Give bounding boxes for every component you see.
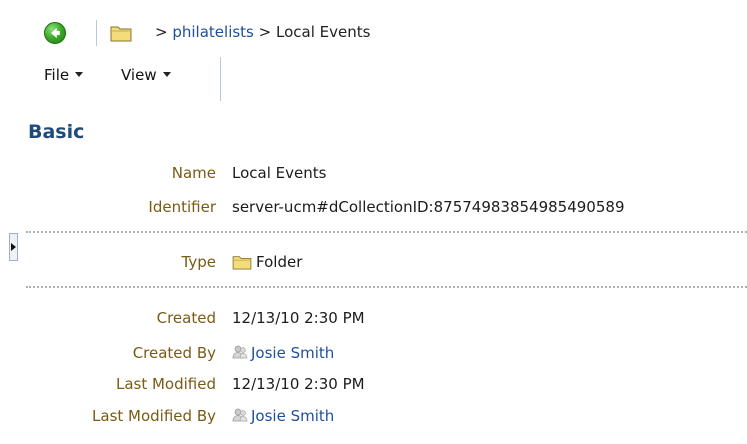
created-label: Created	[156, 309, 216, 327]
last-modified-value: 12/13/10 2:30 PM	[232, 375, 365, 393]
created-by-link[interactable]: Josie Smith	[251, 344, 334, 362]
type-text: Folder	[256, 253, 303, 271]
folder-icon	[232, 255, 252, 270]
last-modified-by-label: Last Modified By	[92, 407, 216, 425]
property-row-last-modified-by: Last Modified By Josie Smith	[0, 404, 747, 428]
document-properties-page: > philatelists > Local Events File View …	[0, 0, 747, 444]
property-row-created: Created 12/13/10 2:30 PM	[0, 306, 747, 330]
property-row-identifier: Identifier server-ucm#dCollectionID:8757…	[0, 195, 747, 219]
file-menu[interactable]: File	[44, 64, 84, 86]
folder-icon[interactable]	[110, 24, 132, 42]
identifier-label: Identifier	[148, 198, 216, 216]
back-button[interactable]	[44, 22, 66, 44]
view-menu-label: View	[121, 66, 157, 84]
file-menu-label: File	[44, 66, 70, 84]
divider	[26, 286, 747, 288]
created-value: 12/13/10 2:30 PM	[232, 309, 365, 327]
section-title: Basic	[28, 121, 85, 143]
type-label: Type	[181, 253, 216, 271]
identifier-value: server-ucm#dCollectionID:875749838549854…	[232, 198, 625, 216]
name-value: Local Events	[232, 164, 327, 182]
breadcrumb-link-philatelists[interactable]: philatelists	[172, 23, 254, 41]
created-by-label: Created By	[132, 344, 216, 362]
breadcrumb-separator: >	[258, 23, 272, 41]
breadcrumb-separator: >	[155, 23, 168, 41]
menu-divider	[220, 57, 221, 101]
user-icon	[232, 345, 248, 358]
divider	[26, 231, 747, 233]
breadcrumb: > philatelists > Local Events	[155, 21, 370, 43]
created-by-value: Josie Smith	[232, 341, 334, 365]
arrow-left-icon	[51, 28, 60, 38]
property-row-type: Type Folder	[0, 250, 747, 274]
property-row-name: Name Local Events	[0, 161, 747, 185]
chevron-down-icon	[75, 72, 84, 77]
chevron-down-icon	[162, 72, 171, 77]
last-modified-by-value: Josie Smith	[232, 404, 334, 428]
property-row-last-modified: Last Modified 12/13/10 2:30 PM	[0, 372, 747, 396]
name-label: Name	[171, 164, 216, 182]
last-modified-label: Last Modified	[115, 375, 216, 393]
toolbar-divider	[96, 20, 97, 46]
property-row-created-by: Created By Josie Smith	[0, 341, 747, 365]
view-menu[interactable]: View	[121, 64, 171, 86]
last-modified-by-link[interactable]: Josie Smith	[251, 407, 334, 425]
type-value: Folder	[232, 250, 302, 274]
breadcrumb-current: Local Events	[276, 23, 371, 41]
user-icon	[232, 408, 248, 421]
